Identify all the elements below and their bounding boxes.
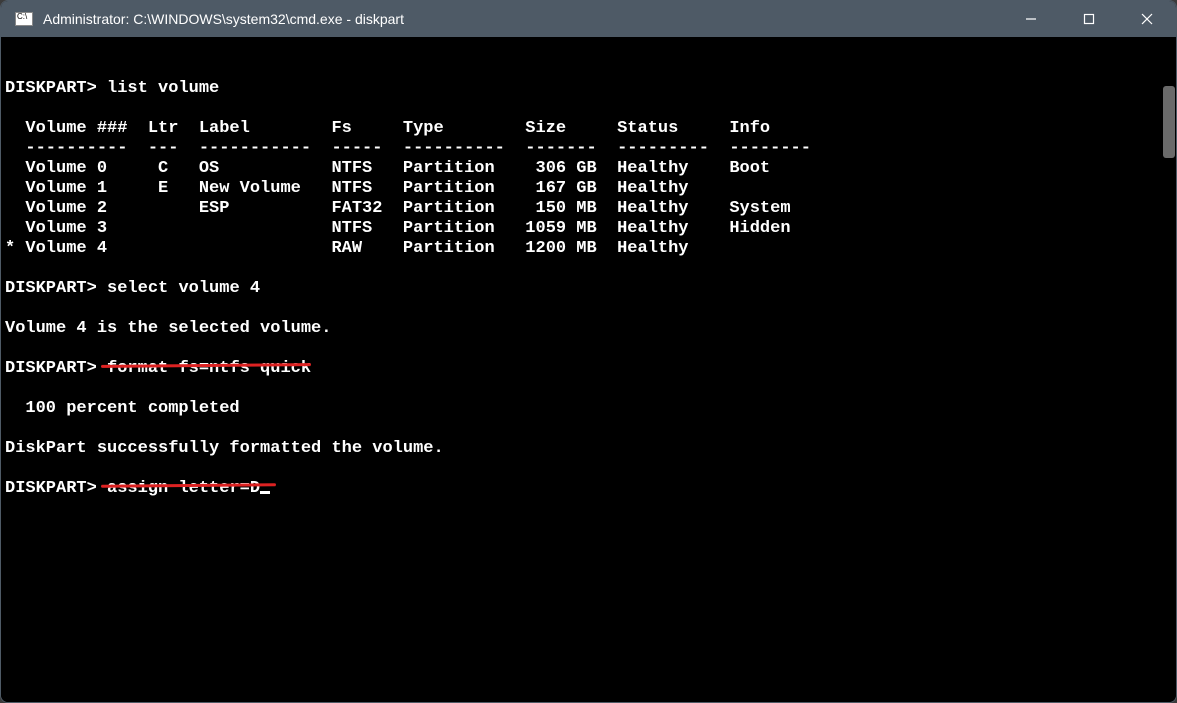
cmd-window: Administrator: C:\WINDOWS\system32\cmd.e… <box>0 0 1177 703</box>
window-title: Administrator: C:\WINDOWS\system32\cmd.e… <box>43 11 404 27</box>
close-button[interactable] <box>1118 1 1176 37</box>
terminal-output[interactable]: DISKPART> list volume Volume ### Ltr Lab… <box>5 59 1158 698</box>
maximize-button[interactable] <box>1060 1 1118 37</box>
cmd-format: format fs=ntfs quick <box>107 359 311 378</box>
table-row: Volume 3 NTFS Partition 1059 MB Healthy … <box>5 219 791 238</box>
terminal-area[interactable]: DISKPART> list volume Volume ### Ltr Lab… <box>1 37 1176 702</box>
response-selected: Volume 4 is the selected volume. <box>5 319 331 338</box>
titlebar[interactable]: Administrator: C:\WINDOWS\system32\cmd.e… <box>1 1 1176 37</box>
prompt: DISKPART> <box>5 279 97 298</box>
table-divider: ---------- --- ----------- ----- -------… <box>5 139 811 158</box>
prompt: DISKPART> <box>5 479 97 498</box>
cmd-list-volume: list volume <box>107 79 219 98</box>
text-cursor <box>260 491 270 494</box>
scrollbar[interactable] <box>1161 38 1175 701</box>
maximize-icon <box>1083 13 1095 25</box>
table-row: Volume 1 E New Volume NTFS Partition 167… <box>5 179 689 198</box>
cmd-assign: assign letter=D <box>107 479 260 498</box>
cmd-icon <box>15 12 33 26</box>
minimize-icon <box>1025 13 1037 25</box>
response-formatted: DiskPart successfully formatted the volu… <box>5 439 444 458</box>
close-icon <box>1141 13 1153 25</box>
prompt: DISKPART> <box>5 359 97 378</box>
table-row: * Volume 4 RAW Partition 1200 MB Healthy <box>5 239 689 258</box>
table-header: Volume ### Ltr Label Fs Type Size Status… <box>5 119 770 138</box>
response-percent: 100 percent completed <box>5 399 240 418</box>
table-row: Volume 0 C OS NTFS Partition 306 GB Heal… <box>5 159 770 178</box>
cmd-select-volume: select volume 4 <box>107 279 260 298</box>
table-row: Volume 2 ESP FAT32 Partition 150 MB Heal… <box>5 199 791 218</box>
minimize-button[interactable] <box>1002 1 1060 37</box>
prompt: DISKPART> <box>5 79 97 98</box>
scrollbar-thumb[interactable] <box>1163 86 1175 158</box>
